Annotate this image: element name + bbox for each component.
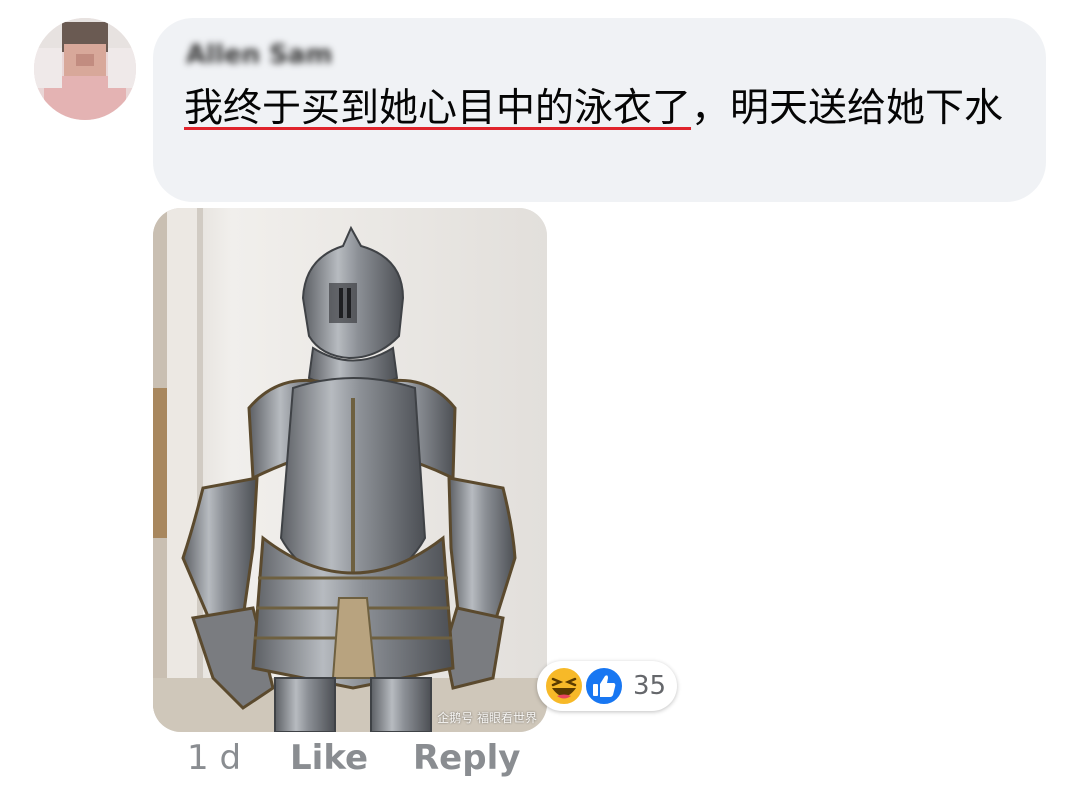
underlined-text: 我终于买到她心目中的泳衣了 [184, 86, 692, 131]
reaction-count: 35 [633, 671, 667, 701]
reply-button[interactable]: Reply [413, 738, 520, 778]
comment-bubble: Allen Sam 我终于买到她心目中的泳衣了，明天送给她下水 [153, 18, 1046, 202]
image-watermark: 企鹅号 福眼看世界 [437, 711, 537, 725]
comment-photo[interactable]: 企鹅号 福眼看世界 [153, 208, 547, 732]
comment-text-rest: ，明天送给她下水 [691, 86, 1004, 131]
reactions-summary[interactable]: 35 [537, 661, 677, 711]
armor-photo-image [153, 208, 547, 732]
thumbs-up-icon [584, 666, 624, 706]
author-name[interactable]: Allen Sam [186, 40, 353, 68]
laughing-emoji-icon [544, 666, 584, 706]
comment-text: 我终于买到她心目中的泳衣了，明天送给她下水 [184, 82, 1014, 136]
avatar[interactable] [34, 18, 136, 120]
comment-timestamp[interactable]: 1 d [187, 738, 241, 778]
like-button[interactable]: Like [290, 738, 368, 778]
